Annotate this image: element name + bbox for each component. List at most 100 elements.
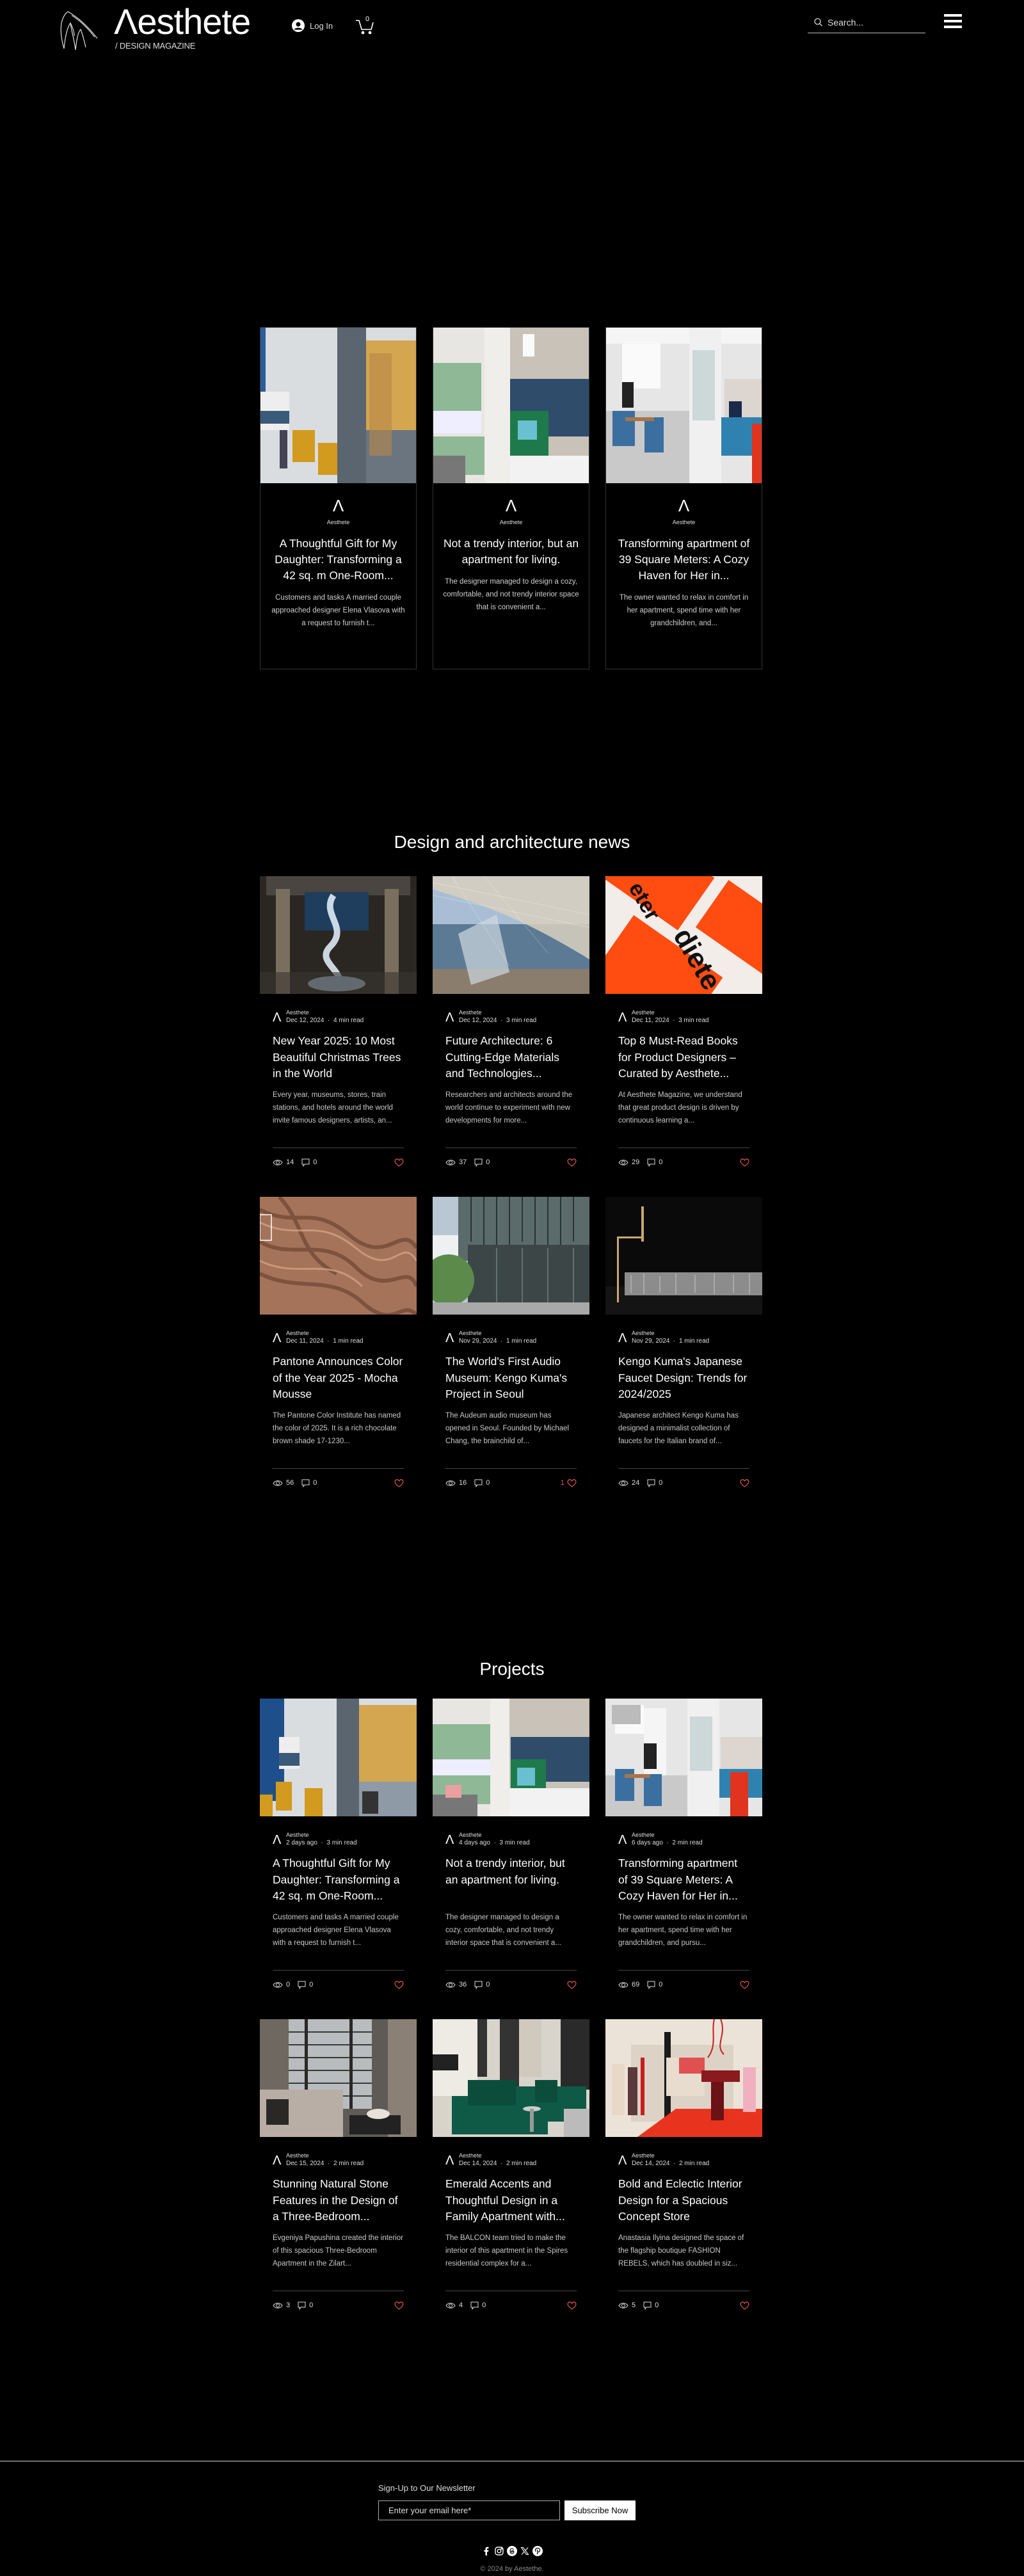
post-title[interactable]: The World's First Audio Museum: Kengo Ku… (445, 1354, 577, 1403)
post-title[interactable]: Not a trendy interior, but an apartment … (445, 1855, 577, 1888)
comments-stat[interactable]: 0 (298, 1981, 313, 1989)
like-button[interactable] (737, 1980, 749, 1989)
login-button[interactable]: Log In (292, 18, 333, 33)
post-image[interactable]: eter diete (605, 876, 762, 994)
comments-stat[interactable]: 0 (647, 1158, 662, 1167)
site-wordmark[interactable]: Λesthete (114, 4, 251, 40)
instagram-icon[interactable] (494, 2546, 504, 2556)
post-title[interactable]: Bold and Eclectic Interior Design for a … (618, 2176, 749, 2225)
like-button[interactable] (392, 1980, 404, 1989)
post-title[interactable]: Stunning Natural Stone Features in the D… (273, 2176, 404, 2225)
post-card[interactable]: eter diete Λ Aesthete Dec 11, 2024 · 3 mi… (605, 876, 762, 1167)
post-image[interactable] (433, 1197, 589, 1315)
comments-stat[interactable]: 0 (474, 1981, 490, 1989)
featured-image[interactable] (433, 328, 589, 483)
post-card[interactable]: Λ Aesthete Nov 29, 2024 · 1 min read Ken… (605, 1197, 762, 1487)
pinterest-icon[interactable] (532, 2546, 543, 2556)
post-date-readtime: 6 days ago · 2 min read (632, 1839, 703, 1848)
post-image[interactable] (433, 1699, 589, 1816)
comments-stat[interactable]: 0 (474, 1158, 490, 1167)
like-button[interactable] (737, 1478, 749, 1487)
post-image[interactable] (605, 1699, 762, 1816)
post-card[interactable]: Λ Aesthete 2 days ago · 3 min read A Tho… (260, 1699, 417, 1989)
post-image[interactable] (433, 876, 589, 994)
comments-stat[interactable]: 0 (298, 2301, 313, 2310)
post-image[interactable] (260, 876, 417, 994)
like-button[interactable] (564, 1158, 577, 1167)
newsletter-email-input[interactable] (378, 2500, 560, 2520)
post-card[interactable]: Λ Aesthete Dec 14, 2024 · 2 min read Eme… (433, 2019, 589, 2310)
comments-stat[interactable]: 0 (301, 1158, 317, 1167)
post-title[interactable]: Transforming apartment of 39 Square Mete… (618, 1855, 749, 1905)
like-button[interactable]: 1 (561, 1478, 577, 1487)
post-title[interactable]: Pantone Announces Color of the Year 2025… (273, 1354, 404, 1403)
facebook-icon[interactable] (481, 2546, 492, 2556)
like-button[interactable] (392, 1158, 404, 1167)
post-author[interactable]: Aesthete (459, 1831, 530, 1839)
post-image[interactable] (260, 1699, 417, 1816)
like-button[interactable] (392, 2301, 404, 2310)
post-card[interactable]: Λ Aesthete 6 days ago · 2 min read Trans… (605, 1699, 762, 1989)
post-author[interactable]: Aesthete (632, 1009, 708, 1016)
post-title[interactable]: New Year 2025: 10 Most Beautiful Christm… (273, 1033, 404, 1082)
post-title[interactable]: Not a trendy interior, but an apartment … (442, 536, 580, 568)
post-author[interactable]: Aesthete (286, 1329, 363, 1337)
post-image[interactable] (433, 2019, 589, 2137)
post-title[interactable]: Kengo Kuma's Japanese Faucet Design: Tre… (618, 1354, 749, 1403)
post-author[interactable]: Aesthete (632, 1831, 703, 1839)
featured-card[interactable]: Λ Aesthete Not a trendy interior, but an… (433, 327, 589, 669)
x-twitter-icon[interactable] (520, 2546, 530, 2556)
post-title[interactable]: Emerald Accents and Thoughtful Design in… (445, 2176, 577, 2225)
post-card[interactable]: Λ Aesthete Dec 11, 2024 · 1 min read Pan… (260, 1197, 417, 1487)
like-button[interactable] (564, 1980, 577, 1989)
post-card[interactable]: Λ Aesthete Dec 15, 2024 · 2 min read Stu… (260, 2019, 417, 2310)
like-button[interactable] (737, 2301, 749, 2310)
menu-button[interactable] (944, 14, 962, 28)
post-card[interactable]: Λ Aesthete Nov 29, 2024 · 1 min read The… (433, 1197, 589, 1487)
post-author[interactable]: Aesthete (632, 2152, 709, 2159)
post-image[interactable] (605, 2019, 762, 2137)
post-image[interactable] (605, 1197, 762, 1315)
post-title[interactable]: Transforming apartment of 39 Square Mete… (615, 536, 753, 584)
post-author[interactable]: Aesthete (632, 1329, 709, 1337)
comments-stat[interactable]: 0 (647, 1981, 662, 1989)
comments-stat[interactable]: 0 (643, 2301, 659, 2310)
post-author[interactable]: Aesthete (459, 2152, 536, 2159)
post-author[interactable]: Aesthete (286, 2152, 364, 2159)
post-image[interactable] (260, 2019, 417, 2137)
featured-card[interactable]: Λ Aesthete Transforming apartment of 39 … (605, 327, 762, 669)
post-author[interactable]: Aesthete (459, 1009, 536, 1016)
post-author[interactable]: Aesthete (459, 1329, 536, 1337)
post-card[interactable]: Λ Aesthete Dec 14, 2024 · 2 min read Bol… (605, 2019, 762, 2310)
post-divider (618, 1970, 749, 1971)
post-excerpt: The Pantone Color Institute has named th… (273, 1411, 401, 1445)
search-input[interactable] (828, 17, 917, 28)
featured-image[interactable] (260, 328, 416, 483)
subscribe-button[interactable]: Subscribe Now (564, 2500, 636, 2520)
comments-stat[interactable]: 0 (470, 2301, 486, 2310)
post-title[interactable]: Future Architecture: 6 Cutting-Edge Mate… (445, 1033, 577, 1082)
search-bar[interactable] (808, 12, 925, 33)
post-title[interactable]: Top 8 Must-Read Books for Product Design… (618, 1033, 749, 1082)
comments-stat[interactable]: 0 (301, 1479, 317, 1487)
post-author[interactable]: Aesthete (286, 1831, 357, 1839)
logo-scribble-icon[interactable] (59, 9, 102, 54)
post-image[interactable] (260, 1197, 417, 1315)
like-button[interactable] (737, 1158, 749, 1167)
post-title[interactable]: A Thoughtful Gift for My Daughter: Trans… (269, 536, 407, 584)
comments-stat[interactable]: 0 (474, 1479, 490, 1487)
post-card[interactable]: Λ Aesthete 4 days ago · 3 min read Not a… (433, 1699, 589, 1989)
cart-button[interactable]: 0 (355, 15, 375, 35)
like-button[interactable] (392, 1478, 404, 1487)
threads-icon[interactable] (507, 2546, 517, 2556)
post-stats: 24 0 (618, 1477, 749, 1489)
post-card[interactable]: Λ Aesthete Dec 12, 2024 · 3 min read Fut… (433, 876, 589, 1167)
post-title[interactable]: A Thoughtful Gift for My Daughter: Trans… (273, 1855, 404, 1905)
post-card[interactable]: Λ Aesthete Dec 12, 2024 · 4 min read New… (260, 876, 417, 1167)
featured-image[interactable] (606, 328, 762, 483)
post-author[interactable]: Aesthete (286, 1009, 364, 1016)
views-count: 14 (286, 1158, 294, 1166)
comments-stat[interactable]: 0 (647, 1479, 662, 1487)
like-button[interactable] (564, 2301, 577, 2310)
featured-card[interactable]: Λ Aesthete A Thoughtful Gift for My Daug… (260, 327, 417, 669)
